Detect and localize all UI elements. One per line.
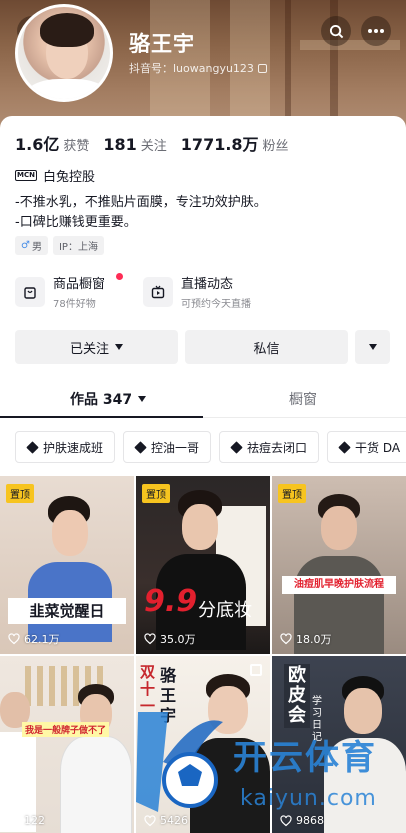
stat-likes-label: 获赞 <box>63 139 90 154</box>
shop-window-title: 商品橱窗 <box>53 277 106 292</box>
pinned-badge: 置顶 <box>6 484 34 503</box>
message-button[interactable]: 私信 <box>185 330 348 364</box>
video-thumbnail[interactable]: 油痘肌早晚护肤流程 置顶 18.0万 <box>272 476 406 654</box>
live-entry[interactable]: 直播动态 可预约今天直播 <box>143 273 251 310</box>
tab-shop-window-label: 橱窗 <box>289 392 317 408</box>
search-icon <box>329 24 343 38</box>
avatar[interactable] <box>15 4 113 102</box>
video-thumbnail[interactable]: 9.9 分底妆 置顶 35.0万 <box>136 476 270 654</box>
shopping-bag-icon <box>15 276 45 307</box>
tab-shop-window[interactable]: 橱窗 <box>289 380 317 418</box>
search-button[interactable] <box>321 16 351 46</box>
heart-icon <box>8 633 20 645</box>
video-likes: 122 <box>8 814 45 827</box>
copy-icon[interactable] <box>257 63 267 73</box>
stat-likes-number: 1.6亿 <box>15 135 60 154</box>
douyin-id[interactable]: 抖音号：luowangyu123 <box>129 60 267 76</box>
layers-icon <box>230 440 243 454</box>
kaiyun-logo-icon <box>136 712 223 812</box>
action-row: 已关注 私信 <box>15 330 390 364</box>
stat-following-label: 关注 <box>140 139 167 154</box>
message-label: 私信 <box>253 341 280 357</box>
more-icon <box>368 29 384 33</box>
org-name: 白兔控股 <box>42 170 95 185</box>
chip-label: 干货 DA <box>355 440 401 455</box>
collection-chip[interactable]: 护肤速成班 <box>15 431 116 463</box>
stats-row: 1.6亿 获赞 181 关注 1771.8万 粉丝 <box>15 131 289 155</box>
profile-name: 骆王宇 <box>129 32 195 56</box>
video-likes-count: 62.1万 <box>24 633 60 646</box>
video-likes: 62.1万 <box>8 631 60 647</box>
douyin-id-text: 抖音号：luowangyu123 <box>129 62 254 75</box>
stat-following-number: 181 <box>103 135 137 154</box>
tab-works-label: 作品 347 <box>70 392 133 408</box>
chip-label: 祛痘去闭口 <box>247 440 308 455</box>
entry-row: 商品橱窗 78件好物 直播动态 可预约今天直播 <box>15 273 251 310</box>
collection-chips: 护肤速成班 控油一哥 祛痘去闭口 干货 DA <box>15 431 406 463</box>
live-tv-icon <box>143 276 173 307</box>
male-icon: ♂ <box>21 240 30 251</box>
notification-dot <box>116 273 123 280</box>
video-likes-count: 18.0万 <box>296 633 332 646</box>
profile-tags: ♂ 男 IP：上海 <box>15 236 104 255</box>
more-actions-button[interactable] <box>355 330 390 364</box>
caret-down-icon <box>368 344 377 350</box>
stat-following[interactable]: 181 关注 <box>103 135 166 154</box>
collection-chip[interactable]: 控油一哥 <box>123 431 212 463</box>
layers-icon <box>338 440 351 454</box>
video-big-number: 9.9 <box>144 584 198 619</box>
collection-chip[interactable]: 干货 DA <box>327 431 406 463</box>
layers-icon <box>26 440 39 454</box>
bio-line-2: -口碑比赚钱更重要。 <box>15 215 137 230</box>
video-caption: 油痘肌早晚护肤流程 <box>282 576 396 594</box>
caret-down-icon <box>115 344 123 350</box>
live-sub: 可预约今天直播 <box>181 299 251 310</box>
bio: -不推水乳，不推贴片面膜，专注功效护肤。 -口碑比赚钱更重要。 <box>15 193 267 233</box>
collection-chip[interactable]: 祛痘去闭口 <box>219 431 320 463</box>
video-caption: 韭菜觉醒日 <box>8 598 126 624</box>
caret-down-icon <box>138 396 147 402</box>
stat-fans-label: 粉丝 <box>262 139 289 154</box>
heart-icon <box>8 814 20 826</box>
pinned-badge: 置顶 <box>142 484 170 503</box>
video-caption: 我是一般牌子做不了 <box>22 722 110 737</box>
video-likes: 18.0万 <box>280 631 332 647</box>
following-button[interactable]: 已关注 <box>15 330 178 364</box>
following-label: 已关注 <box>69 341 109 357</box>
ip-tag: IP：上海 <box>52 236 104 255</box>
heart-icon <box>144 633 156 645</box>
org-link[interactable]: MCN 白兔控股 <box>15 166 95 185</box>
pinned-badge: 置顶 <box>278 484 306 503</box>
stat-fans-number: 1771.8万 <box>180 135 259 154</box>
video-thumbnail[interactable]: 我是一般牌子做不了 122 <box>0 656 134 833</box>
video-likes-count: 35.0万 <box>160 633 196 646</box>
chip-label: 控油一哥 <box>151 440 200 455</box>
mcn-badge: MCN <box>15 170 37 181</box>
live-title: 直播动态 <box>181 277 234 292</box>
video-thumbnail[interactable]: 韭菜觉醒日 置顶 62.1万 <box>0 476 134 654</box>
video-likes: 35.0万 <box>144 631 196 647</box>
video-likes-count: 122 <box>24 814 45 827</box>
stat-fans[interactable]: 1771.8万 粉丝 <box>181 131 289 155</box>
active-tab-indicator <box>0 416 203 418</box>
shop-window-sub: 78件好物 <box>53 299 96 310</box>
tab-works[interactable]: 作品 347 <box>70 380 147 418</box>
stat-likes[interactable]: 1.6亿 获赞 <box>15 131 89 155</box>
watermark: 开云体育 kaiyun.com <box>128 700 406 833</box>
gender-text: 男 <box>31 242 42 253</box>
content-tabs: 作品 347 橱窗 <box>0 380 406 418</box>
bio-line-1: -不推水乳，不推贴片面膜，专注功效护肤。 <box>15 195 267 210</box>
shop-window-entry[interactable]: 商品橱窗 78件好物 <box>15 273 127 310</box>
gender-tag: ♂ 男 <box>15 236 48 255</box>
watermark-brand: 开云体育 <box>233 738 377 778</box>
watermark-domain: kaiyun.com <box>240 786 377 811</box>
heart-icon <box>280 633 292 645</box>
chip-label: 护肤速成班 <box>43 440 104 455</box>
layers-icon <box>134 440 147 454</box>
more-button[interactable] <box>361 16 391 46</box>
video-caption: 分底妆 <box>198 600 252 621</box>
collection-icon <box>250 664 262 676</box>
